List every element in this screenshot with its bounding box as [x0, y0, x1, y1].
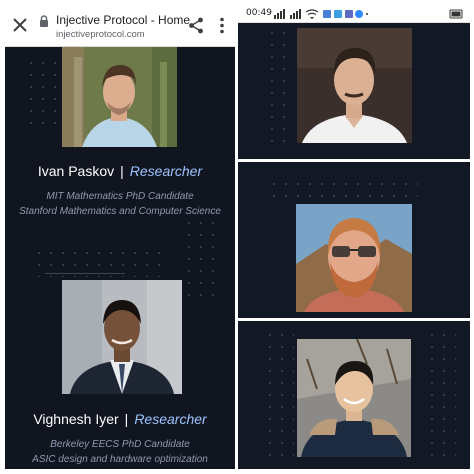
lock-icon	[40, 15, 48, 27]
member-description: MIT Mathematics PhD Candidate Stanford M…	[15, 189, 225, 219]
notification-icon	[345, 10, 353, 18]
notification-icon	[323, 10, 331, 18]
dot-grid-decoration	[183, 217, 223, 297]
page-url[interactable]: injectiveprotocol.com	[56, 29, 145, 40]
divider-line	[45, 273, 125, 274]
description-line: MIT Mathematics PhD Candidate	[46, 191, 194, 202]
description-line: ASIC design and hardware optimization	[32, 454, 208, 465]
status-bar: 00:49	[238, 5, 470, 23]
signal-icon	[274, 9, 285, 19]
close-icon[interactable]	[12, 17, 28, 33]
dot-grid-decoration	[264, 329, 294, 459]
dot-grid-decoration	[25, 57, 61, 127]
left-screenshot: Injective Protocol - Home injectiveproto…	[5, 5, 235, 469]
page-title[interactable]: Injective Protocol - Home	[56, 13, 190, 27]
browser-toolbar: Injective Protocol - Home injectiveproto…	[5, 5, 235, 47]
member-name: Ivan Paskov	[37, 163, 115, 179]
dot-grid-decoration	[268, 178, 418, 200]
messenger-icon	[355, 10, 363, 18]
member-photo	[296, 204, 412, 312]
share-icon[interactable]	[188, 17, 204, 34]
member-role: Researcher	[134, 411, 207, 427]
team-card	[238, 162, 470, 318]
team-card	[238, 321, 470, 469]
team-card	[238, 23, 470, 159]
member-photo-ivan	[62, 47, 177, 147]
signal-icon	[290, 9, 301, 19]
description-line: Stanford Mathematics and Computer Scienc…	[19, 206, 221, 217]
more-dots-icon	[366, 13, 368, 15]
status-time: 00:49	[246, 8, 272, 18]
right-screenshot: 00:49	[238, 5, 470, 469]
member-name-line: Ivan Paskov | Researcher	[5, 163, 235, 179]
member-photo	[297, 28, 412, 143]
member-name-line: Vighnesh Iyer | Researcher	[5, 411, 235, 427]
name-separator: |	[124, 411, 129, 427]
notification-icon	[334, 10, 342, 18]
member-role: Researcher	[129, 163, 203, 179]
dot-grid-decoration	[426, 329, 456, 459]
member-photo	[297, 339, 411, 457]
member-description: Berkeley EECS PhD Candidate ASIC design …	[15, 437, 225, 467]
name-separator: |	[120, 163, 124, 179]
team-section: Ivan Paskov | Researcher MIT Mathematics P…	[5, 47, 235, 469]
wifi-icon	[305, 9, 319, 19]
member-name: Vighnesh Iyer	[33, 411, 119, 427]
dot-grid-decoration	[266, 27, 290, 147]
description-line: Berkeley EECS PhD Candidate	[50, 439, 190, 450]
status-icons	[274, 9, 463, 19]
more-vert-icon[interactable]	[218, 17, 226, 34]
member-photo-vighnesh	[62, 280, 182, 394]
